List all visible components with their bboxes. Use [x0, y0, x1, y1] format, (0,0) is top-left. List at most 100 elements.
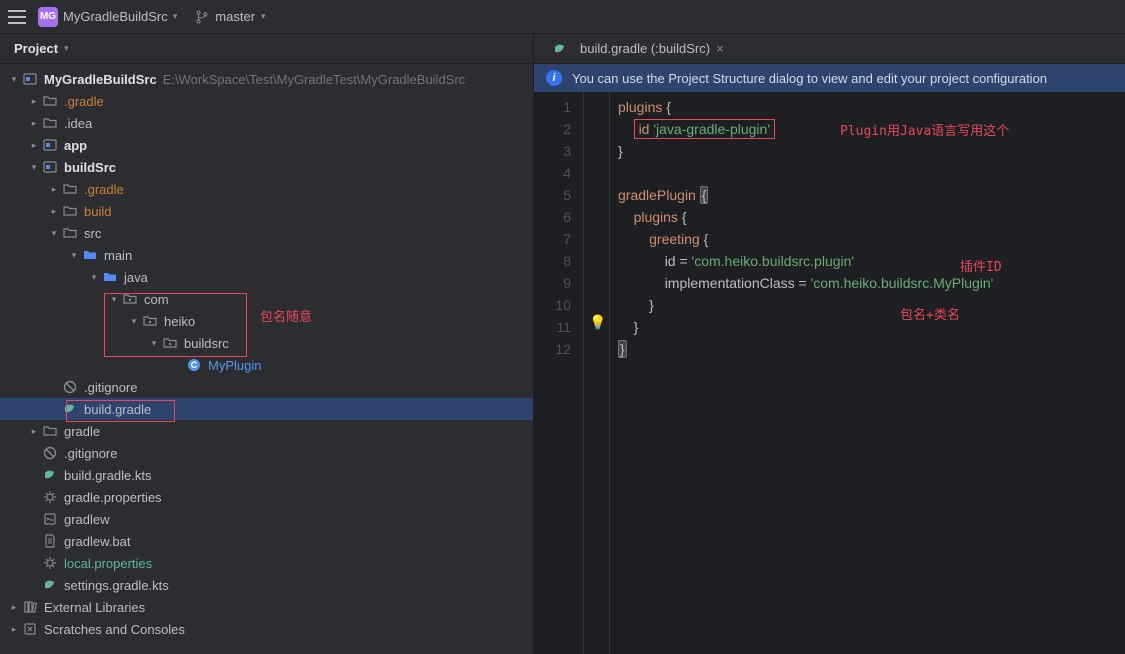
lightbulb-icon[interactable]: 💡	[589, 314, 606, 331]
tree-item[interactable]: ▸ .idea	[0, 112, 533, 134]
tree-item[interactable]: .gitignore	[0, 376, 533, 398]
tree-item[interactable]: gradlew.bat	[0, 530, 533, 552]
chevron-down-icon[interactable]: ▾	[64, 43, 69, 54]
chevron-down-icon: ▾	[173, 11, 178, 22]
tree-item[interactable]: ▾ buildsrc	[0, 332, 533, 354]
package-icon	[122, 291, 138, 307]
tree-label: com	[144, 292, 169, 307]
tree-item[interactable]: ▾ buildSrc	[0, 156, 533, 178]
source-folder-icon	[102, 269, 118, 285]
tree-item[interactable]: ▾ com	[0, 288, 533, 310]
main-menu-button[interactable]	[8, 10, 26, 24]
tree-label: Scratches and Consoles	[44, 622, 185, 637]
project-panel-header: Project ▾	[0, 34, 533, 64]
tree-root[interactable]: ▾ MyGradleBuildSrc E:\WorkSpace\Test\MyG…	[0, 68, 533, 90]
tree-label: local.properties	[64, 556, 152, 571]
tree-item[interactable]: gradlew	[0, 508, 533, 530]
tree-item[interactable]: gradle.properties	[0, 486, 533, 508]
module-icon	[22, 71, 38, 87]
chevron-down-icon[interactable]: ▾	[6, 74, 22, 85]
git-branch-selector[interactable]: master ▾	[195, 9, 265, 24]
chevron-right-icon[interactable]: ▸	[6, 624, 22, 635]
tree-item[interactable]: ▾ heiko	[0, 310, 533, 332]
chevron-down-icon[interactable]: ▾	[26, 162, 42, 173]
title-bar: MG MyGradleBuildSrc ▾ master ▾	[0, 0, 1125, 34]
project-selector[interactable]: MG MyGradleBuildSrc ▾	[38, 7, 177, 27]
chevron-down-icon[interactable]: ▾	[46, 228, 62, 239]
chevron-down-icon[interactable]: ▾	[126, 316, 142, 327]
folder-icon	[62, 203, 78, 219]
panel-title: Project	[14, 41, 58, 56]
tree-item[interactable]: ▾ java	[0, 266, 533, 288]
tree-item[interactable]: build.gradle.kts	[0, 464, 533, 486]
tree-label: gradlew.bat	[64, 534, 131, 549]
chevron-down-icon: ▾	[261, 11, 266, 22]
tree-label: build.gradle.kts	[64, 468, 151, 483]
chevron-down-icon[interactable]: ▾	[66, 250, 82, 261]
chevron-right-icon[interactable]: ▸	[46, 184, 62, 195]
folder-icon	[62, 181, 78, 197]
tree-item[interactable]: ▾ src	[0, 222, 533, 244]
project-tree: ▾ MyGradleBuildSrc E:\WorkSpace\Test\MyG…	[0, 64, 533, 654]
gear-icon	[42, 555, 58, 571]
tree-item-selected[interactable]: build.gradle	[0, 398, 533, 420]
tree-label: java	[124, 270, 148, 285]
tree-item[interactable]: ▸ app	[0, 134, 533, 156]
chevron-down-icon[interactable]: ▾	[106, 294, 122, 305]
tree-item[interactable]: ▸ .gradle	[0, 178, 533, 200]
tree-label: .gitignore	[84, 380, 137, 395]
code-editor[interactable]: 123456789101112 💡 plugins { id 'java-gra…	[534, 92, 1125, 654]
text-file-icon	[42, 533, 58, 549]
tree-label: main	[104, 248, 132, 263]
chevron-right-icon[interactable]: ▸	[26, 118, 42, 129]
info-banner[interactable]: i You can use the Project Structure dial…	[534, 64, 1125, 92]
source-folder-icon	[82, 247, 98, 263]
tree-path: E:\WorkSpace\Test\MyGradleTest\MyGradleB…	[163, 72, 465, 87]
editor-tabs: build.gradle (:buildSrc) ×	[534, 34, 1125, 64]
tree-label: .gradle	[84, 182, 124, 197]
tree-item[interactable]: ▸ build	[0, 200, 533, 222]
tree-label: buildsrc	[184, 336, 229, 351]
tree-label: .gradle	[64, 94, 104, 109]
module-icon	[42, 137, 58, 153]
tree-item[interactable]: ▸ gradle	[0, 420, 533, 442]
chevron-right-icon[interactable]: ▸	[46, 206, 62, 217]
editor-tab[interactable]: build.gradle (:buildSrc) ×	[542, 34, 734, 63]
tree-item[interactable]: .gitignore	[0, 442, 533, 464]
tree-item[interactable]: settings.gradle.kts	[0, 574, 533, 596]
folder-icon	[42, 93, 58, 109]
tree-label: build.gradle	[84, 402, 151, 417]
gradle-file-icon	[552, 41, 568, 57]
project-name: MyGradleBuildSrc	[63, 9, 168, 24]
code-area[interactable]: plugins { id 'java-gradle-plugin' } grad…	[610, 92, 1125, 654]
chevron-right-icon[interactable]: ▸	[26, 426, 42, 437]
folder-icon	[42, 115, 58, 131]
tree-label: MyPlugin	[208, 358, 261, 373]
package-icon	[142, 313, 158, 329]
tree-item[interactable]: C MyPlugin	[0, 354, 533, 376]
tree-label: gradle	[64, 424, 100, 439]
banner-text: You can use the Project Structure dialog…	[572, 71, 1047, 86]
gear-icon	[42, 489, 58, 505]
tree-item[interactable]: ▸ Scratches and Consoles	[0, 618, 533, 640]
tree-item[interactable]: ▸ External Libraries	[0, 596, 533, 618]
tree-item[interactable]: ▾ main	[0, 244, 533, 266]
chevron-right-icon[interactable]: ▸	[26, 96, 42, 107]
chevron-right-icon[interactable]: ▸	[26, 140, 42, 151]
tree-label: settings.gradle.kts	[64, 578, 169, 593]
tree-label: MyGradleBuildSrc	[44, 72, 157, 87]
close-icon[interactable]: ×	[716, 41, 724, 56]
tree-label: src	[84, 226, 101, 241]
chevron-right-icon[interactable]: ▸	[6, 602, 22, 613]
tree-label: build	[84, 204, 111, 219]
gradle-file-icon	[42, 577, 58, 593]
tree-item[interactable]: local.properties	[0, 552, 533, 574]
tree-label: buildSrc	[64, 160, 116, 175]
chevron-down-icon[interactable]: ▾	[146, 338, 162, 349]
tree-item[interactable]: ▸ .gradle	[0, 90, 533, 112]
package-icon	[162, 335, 178, 351]
tree-label: heiko	[164, 314, 195, 329]
scratches-icon	[22, 621, 38, 637]
chevron-down-icon[interactable]: ▾	[86, 272, 102, 283]
shell-file-icon	[42, 511, 58, 527]
